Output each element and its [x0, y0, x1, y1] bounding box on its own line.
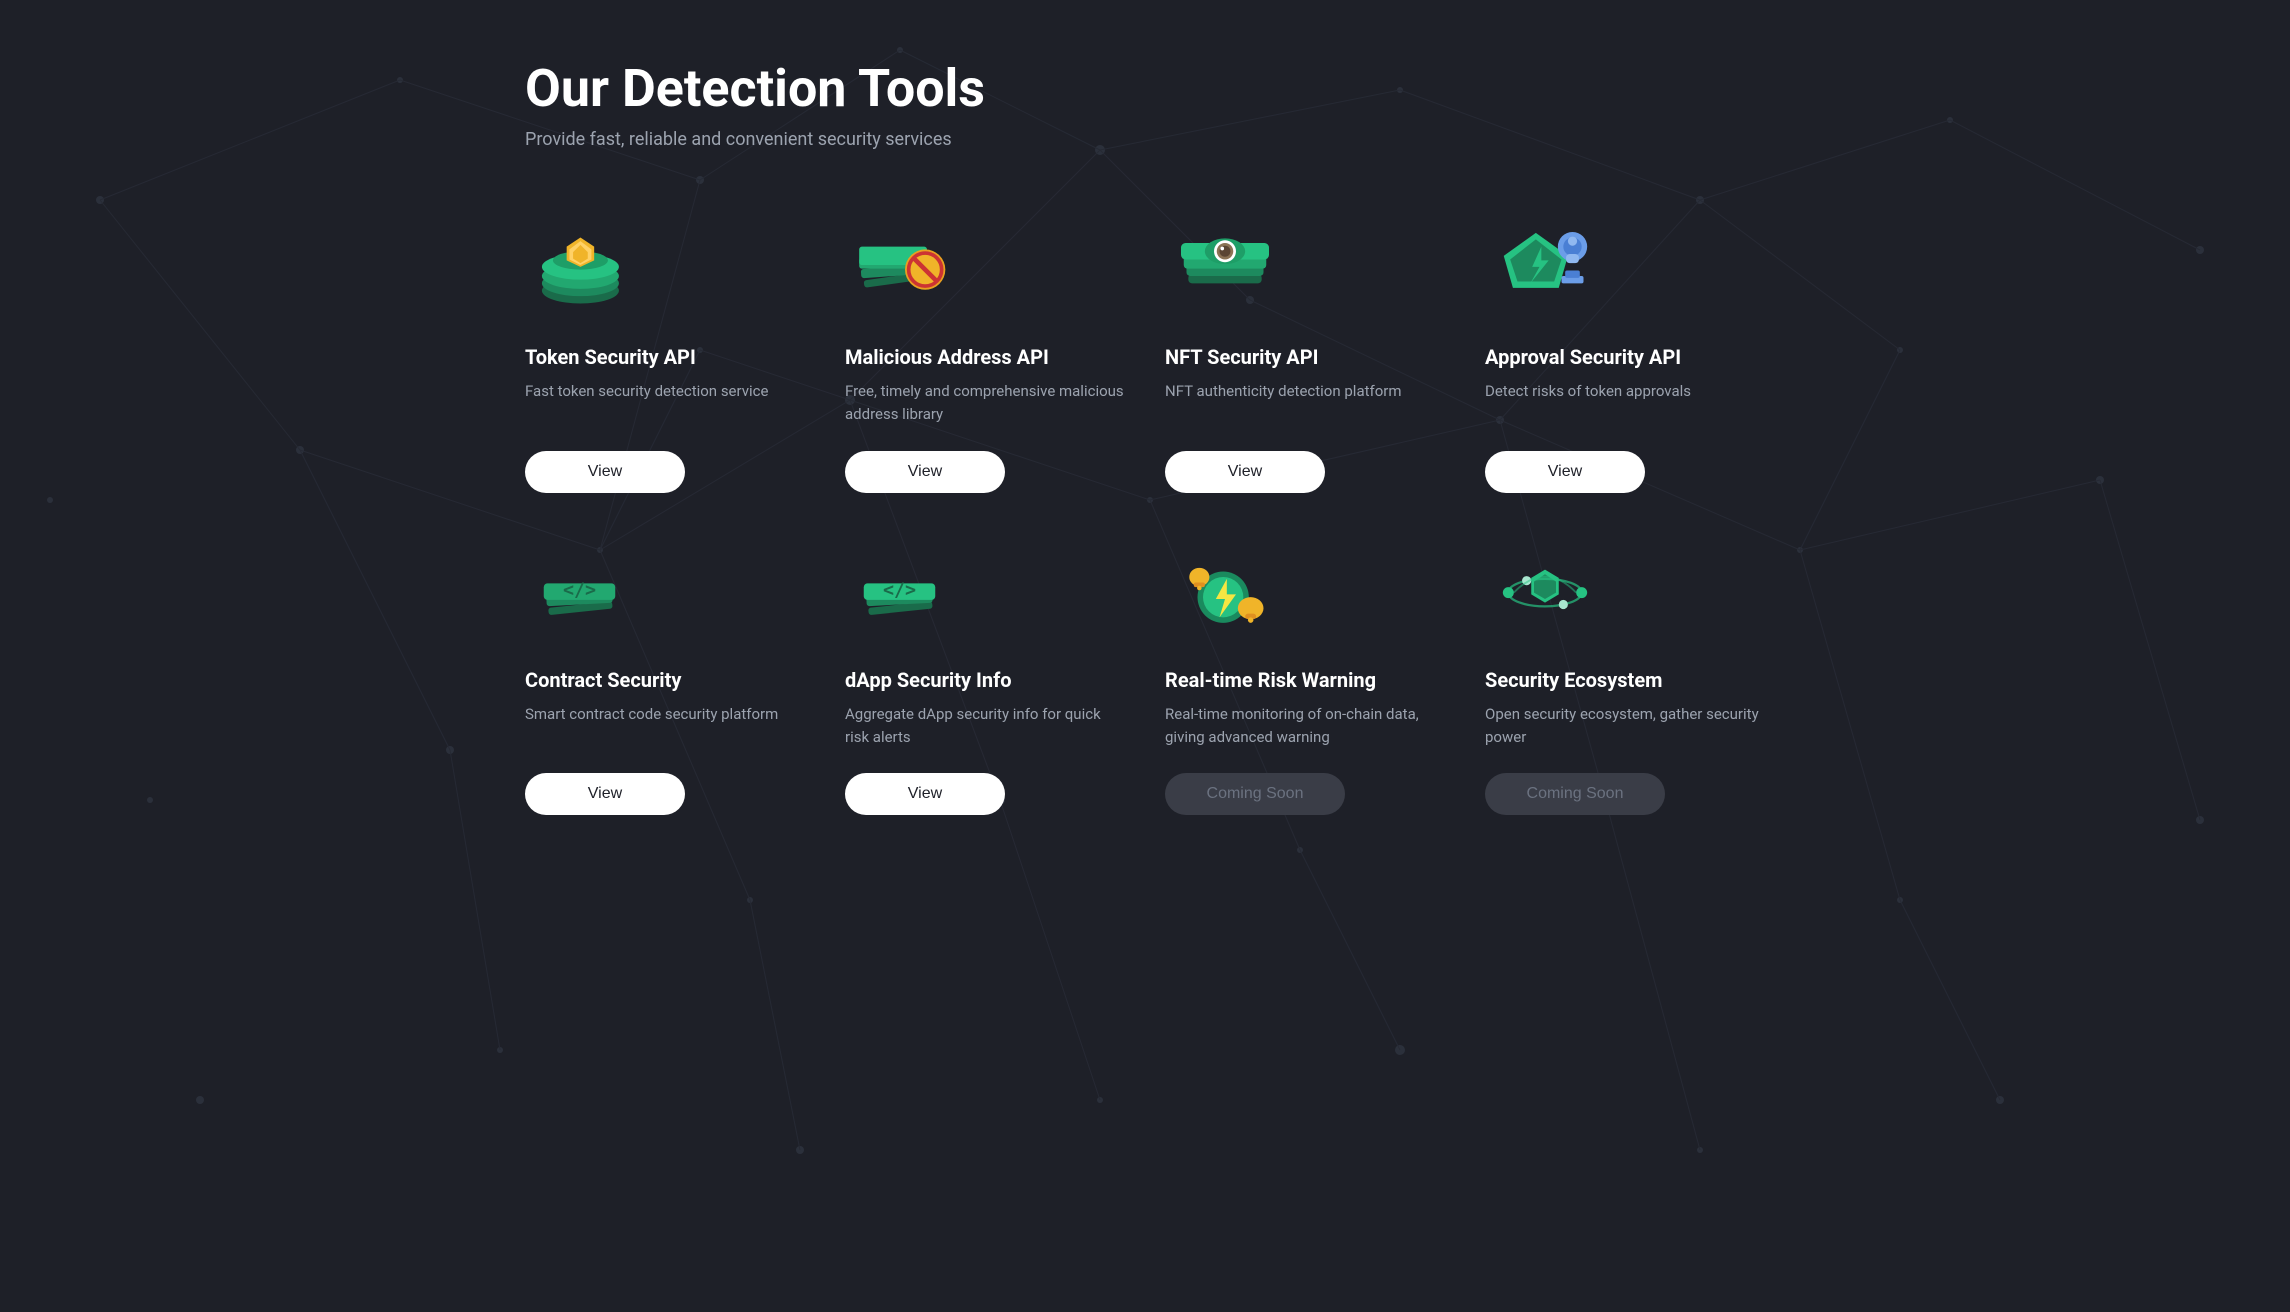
page-title: Our Detection Tools [525, 60, 1765, 117]
tool-title-dapp-security: dApp Security Info [845, 667, 1125, 693]
dapp-icon: </> [845, 533, 965, 643]
tool-description-approval-security: Detect risks of token approvals [1485, 380, 1765, 427]
token-security-button[interactable]: View [525, 451, 685, 493]
tools-grid: Token Security API Fast token security de… [525, 210, 1765, 815]
realtime-risk-button: Coming Soon [1165, 773, 1345, 815]
tool-title-nft-security: NFT Security API [1165, 344, 1445, 370]
tool-description-contract-security: Smart contract code security platform [525, 703, 805, 750]
tool-card-nft-security: NFT Security API NFT authenticity detecti… [1165, 210, 1445, 493]
page-header: Our Detection Tools Provide fast, reliab… [525, 60, 1765, 150]
security-ecosystem-button: Coming Soon [1485, 773, 1665, 815]
tool-card-security-ecosystem: Security Ecosystem Open security ecosyste… [1485, 533, 1765, 816]
svg-text:</>: </> [563, 580, 596, 601]
tool-title-token-security: Token Security API [525, 344, 805, 370]
ecosystem-icon [1485, 533, 1605, 643]
tool-title-contract-security: Contract Security [525, 667, 805, 693]
tool-card-dapp-security: </> dApp Security Info Aggregate dApp sec… [845, 533, 1125, 816]
tool-card-token-security: Token Security API Fast token security de… [525, 210, 805, 493]
nft-security-button[interactable]: View [1165, 451, 1325, 493]
tool-card-approval-security: Approval Security API Detect risks of tok… [1485, 210, 1765, 493]
tool-card-realtime-risk: Real-time Risk Warning Real-time monitori… [1165, 533, 1445, 816]
tool-description-nft-security: NFT authenticity detection platform [1165, 380, 1445, 427]
approval-icon [1485, 210, 1605, 320]
tool-card-contract-security: </> Contract Security Smart contract code… [525, 533, 805, 816]
malicious-icon [845, 210, 965, 320]
token-icon [525, 210, 645, 320]
tool-description-realtime-risk: Real-time monitoring of on-chain data, g… [1165, 703, 1445, 750]
page-subtitle: Provide fast, reliable and convenient se… [525, 129, 1765, 150]
malicious-address-button[interactable]: View [845, 451, 1005, 493]
dapp-security-button[interactable]: View [845, 773, 1005, 815]
tool-description-token-security: Fast token security detection service [525, 380, 805, 427]
tool-description-security-ecosystem: Open security ecosystem, gather security… [1485, 703, 1765, 750]
tool-title-security-ecosystem: Security Ecosystem [1485, 667, 1765, 693]
contract-security-button[interactable]: View [525, 773, 685, 815]
tool-title-realtime-risk: Real-time Risk Warning [1165, 667, 1445, 693]
tool-card-malicious-address: Malicious Address API Free, timely and co… [845, 210, 1125, 493]
tool-description-dapp-security: Aggregate dApp security info for quick r… [845, 703, 1125, 750]
tool-title-malicious-address: Malicious Address API [845, 344, 1125, 370]
approval-security-button[interactable]: View [1485, 451, 1645, 493]
realtime-icon [1165, 533, 1285, 643]
tool-description-malicious-address: Free, timely and comprehensive malicious… [845, 380, 1125, 427]
nft-icon [1165, 210, 1285, 320]
svg-text:</>: </> [883, 580, 916, 601]
contract-icon: </> [525, 533, 645, 643]
tool-title-approval-security: Approval Security API [1485, 344, 1765, 370]
